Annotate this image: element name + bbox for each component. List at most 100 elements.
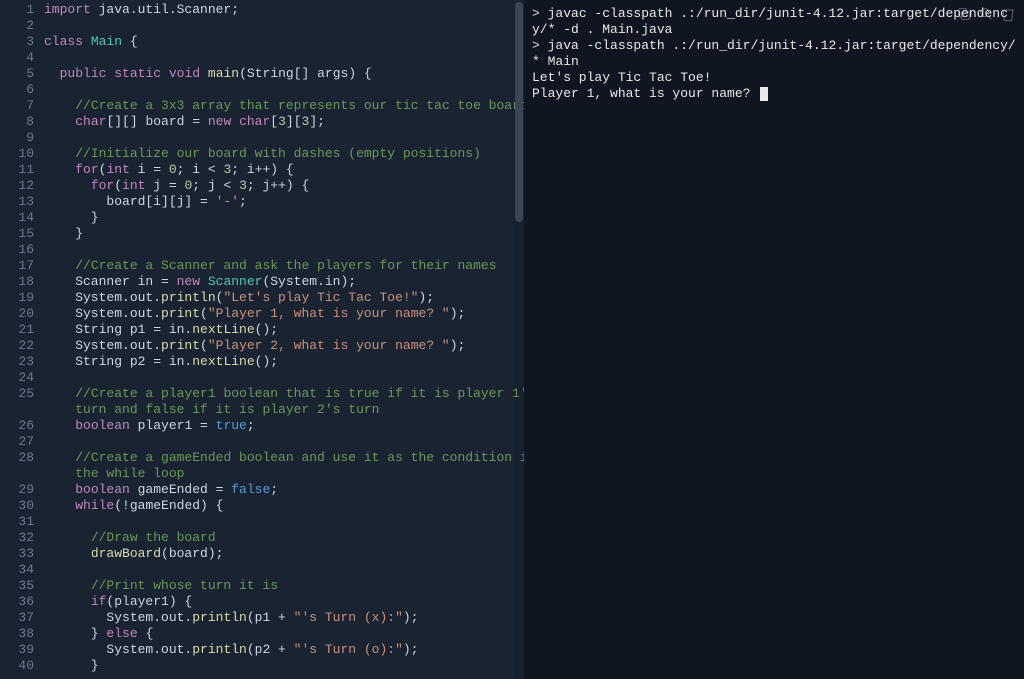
terminal-text: Let's play Tic Tac Toe! (532, 70, 711, 85)
terminal-pane[interactable]: > javac -classpath .:/run_dir/junit-4.12… (524, 0, 1024, 679)
terminal-line: > javac -classpath .:/run_dir/junit-4.12… (532, 6, 1016, 38)
line-number: 18 (0, 274, 34, 290)
code-line[interactable]: char[][] board = new char[3][3]; (44, 114, 524, 130)
editor-scrollbar-thumb[interactable] (515, 2, 523, 222)
code-line[interactable]: } (44, 210, 524, 226)
code-line[interactable]: String p2 = in.nextLine(); (44, 354, 524, 370)
code-line[interactable]: //Create a gameEnded boolean and use it … (44, 450, 524, 466)
line-number: 7 (0, 98, 34, 114)
code-line[interactable] (44, 18, 524, 34)
code-line[interactable] (44, 514, 524, 530)
code-line[interactable] (44, 370, 524, 386)
code-area[interactable]: import java.util.Scanner; class Main { pu… (44, 0, 524, 679)
line-number: 27 (0, 434, 34, 450)
line-number: 14 (0, 210, 34, 226)
code-line[interactable]: //Draw the board (44, 530, 524, 546)
code-line[interactable]: //Create a 3x3 array that represents our… (44, 98, 524, 114)
line-number: 21 (0, 322, 34, 338)
line-number: 24 (0, 370, 34, 386)
line-number: 2 (0, 18, 34, 34)
code-line[interactable]: System.out.println(p1 + "'s Turn (x):"); (44, 610, 524, 626)
line-number: 32 (0, 530, 34, 546)
code-line[interactable]: //Initialize our board with dashes (empt… (44, 146, 524, 162)
code-line[interactable]: import java.util.Scanner; (44, 2, 524, 18)
terminal-cursor (760, 87, 768, 101)
code-line[interactable]: System.out.print("Player 2, what is your… (44, 338, 524, 354)
code-line[interactable]: for(int i = 0; i < 3; i++) { (44, 162, 524, 178)
code-line[interactable]: System.out.println("Let's play Tic Tac T… (44, 290, 524, 306)
code-line[interactable]: class Main { (44, 34, 524, 50)
code-line[interactable]: String p1 = in.nextLine(); (44, 322, 524, 338)
line-number: 28 (0, 450, 34, 466)
line-number: 1 (0, 2, 34, 18)
code-line[interactable] (44, 562, 524, 578)
code-line[interactable] (44, 130, 524, 146)
copy-icon[interactable] (956, 6, 972, 27)
line-number: 38 (0, 626, 34, 642)
terminal-text: javac -classpath .:/run_dir/junit-4.12.j… (532, 6, 1008, 37)
code-line[interactable]: } else { (44, 626, 524, 642)
line-number: 15 (0, 226, 34, 242)
line-number: 20 (0, 306, 34, 322)
line-number: 11 (0, 162, 34, 178)
line-number: 29 (0, 482, 34, 498)
prompt-caret: > (532, 38, 548, 53)
line-number: 35 (0, 578, 34, 594)
code-line[interactable]: while(!gameEnded) { (44, 498, 524, 514)
line-number: 13 (0, 194, 34, 210)
line-number: 30 (0, 498, 34, 514)
line-number: 37 (0, 610, 34, 626)
terminal-toolbar (956, 6, 1016, 27)
code-line[interactable]: System.out.print("Player 1, what is your… (44, 306, 524, 322)
line-number: 25 (0, 386, 34, 402)
code-line[interactable]: boolean player1 = true; (44, 418, 524, 434)
terminal-text: Player 1, what is your name? (532, 86, 758, 101)
code-line[interactable]: } (44, 658, 524, 674)
code-line[interactable]: boolean gameEnded = false; (44, 482, 524, 498)
code-line[interactable]: drawBoard(board); (44, 546, 524, 562)
line-number: 12 (0, 178, 34, 194)
line-number: 26 (0, 418, 34, 434)
line-number-gutter: 1234567891011121314151617181920212223242… (0, 0, 44, 679)
line-number: 34 (0, 562, 34, 578)
terminal-line: > java -classpath .:/run_dir/junit-4.12.… (532, 38, 1016, 70)
code-line[interactable] (44, 50, 524, 66)
code-line[interactable]: public static void main(String[] args) { (44, 66, 524, 82)
code-line[interactable] (44, 242, 524, 258)
code-line[interactable]: //Print whose turn it is (44, 578, 524, 594)
line-number: 3 (0, 34, 34, 50)
editor-scrollbar-track[interactable] (514, 0, 524, 679)
line-number: 39 (0, 642, 34, 658)
code-line[interactable]: } (44, 226, 524, 242)
clear-icon[interactable] (1000, 6, 1016, 27)
line-number: 8 (0, 114, 34, 130)
code-line-wrap[interactable]: turn and false if it is player 2's turn (44, 402, 524, 418)
line-number: 6 (0, 82, 34, 98)
code-line[interactable]: Scanner in = new Scanner(System.in); (44, 274, 524, 290)
code-editor-pane[interactable]: 1234567891011121314151617181920212223242… (0, 0, 524, 679)
code-line[interactable] (44, 82, 524, 98)
line-number: 5 (0, 66, 34, 82)
line-number: 33 (0, 546, 34, 562)
line-number: 4 (0, 50, 34, 66)
line-number: 16 (0, 242, 34, 258)
code-line[interactable]: if(player1) { (44, 594, 524, 610)
line-number: 17 (0, 258, 34, 274)
line-number: 10 (0, 146, 34, 162)
code-line[interactable]: //Create a Scanner and ask the players f… (44, 258, 524, 274)
code-line[interactable]: System.out.println(p2 + "'s Turn (o):"); (44, 642, 524, 658)
code-line[interactable]: for(int j = 0; j < 3; j++) { (44, 178, 524, 194)
line-number: 22 (0, 338, 34, 354)
search-icon[interactable] (978, 6, 994, 27)
code-line-wrap[interactable]: the while loop (44, 466, 524, 482)
code-line[interactable]: //Create a player1 boolean that is true … (44, 386, 524, 402)
terminal-line: Let's play Tic Tac Toe! (532, 70, 1016, 86)
code-line[interactable]: board[i][j] = '-'; (44, 194, 524, 210)
prompt-caret: > (532, 6, 548, 21)
terminal-line: Player 1, what is your name? (532, 86, 1016, 102)
code-line[interactable] (44, 434, 524, 450)
line-number: 19 (0, 290, 34, 306)
line-number: 40 (0, 658, 34, 674)
line-number: 31 (0, 514, 34, 530)
terminal-text: java -classpath .:/run_dir/junit-4.12.ja… (532, 38, 1016, 69)
